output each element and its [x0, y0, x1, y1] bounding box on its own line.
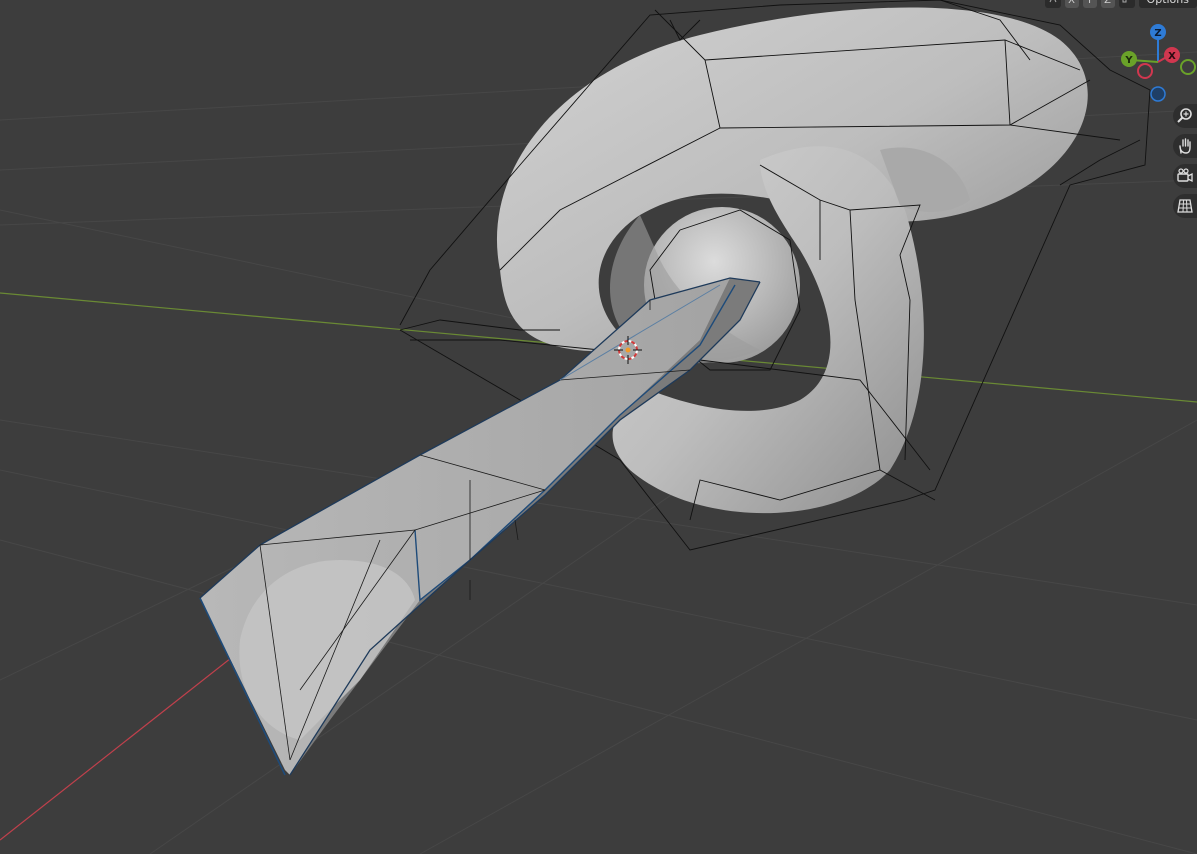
- svg-text:Y: Y: [1124, 55, 1133, 66]
- perspective-toggle-button[interactable]: [1173, 194, 1197, 218]
- svg-text:Z: Z: [1154, 28, 1161, 39]
- viewport-canvas[interactable]: Z X Y: [0, 0, 1197, 854]
- gizmo-z-axis[interactable]: Z: [1150, 24, 1166, 40]
- grid-icon: [1177, 199, 1193, 213]
- 3d-viewport[interactable]: Z X Y: [0, 0, 1197, 854]
- zoom-button[interactable]: [1173, 104, 1197, 128]
- hand-icon: [1179, 138, 1191, 154]
- gizmo-x-axis[interactable]: X: [1164, 47, 1180, 63]
- blade-mesh[interactable]: [199, 277, 761, 776]
- mirror-icon[interactable]: [1044, 0, 1061, 8]
- snap-icon[interactable]: [1118, 0, 1135, 8]
- magnifier-icon: [1177, 108, 1192, 123]
- viewport-navigation-tools: [1173, 104, 1197, 218]
- gizmo-y-axis[interactable]: Y: [1121, 51, 1137, 67]
- mirror-z-button[interactable]: Z: [1100, 0, 1115, 8]
- gizmo-neg-y[interactable]: [1180, 59, 1196, 75]
- svg-text:X: X: [1168, 51, 1176, 62]
- gizmo-neg-z[interactable]: [1150, 86, 1166, 102]
- pan-button[interactable]: [1173, 134, 1197, 158]
- camera-view-button[interactable]: [1173, 164, 1197, 188]
- navigation-gizmo[interactable]: Z X Y: [1121, 24, 1196, 102]
- gizmo-neg-x[interactable]: [1137, 63, 1153, 79]
- camera-icon: [1177, 168, 1193, 183]
- mirror-x-button[interactable]: X: [1064, 0, 1079, 8]
- options-dropdown[interactable]: Options: [1138, 0, 1197, 8]
- viewport-header-tools: X Y Z Options: [1044, 0, 1197, 8]
- mirror-y-button[interactable]: Y: [1082, 0, 1097, 8]
